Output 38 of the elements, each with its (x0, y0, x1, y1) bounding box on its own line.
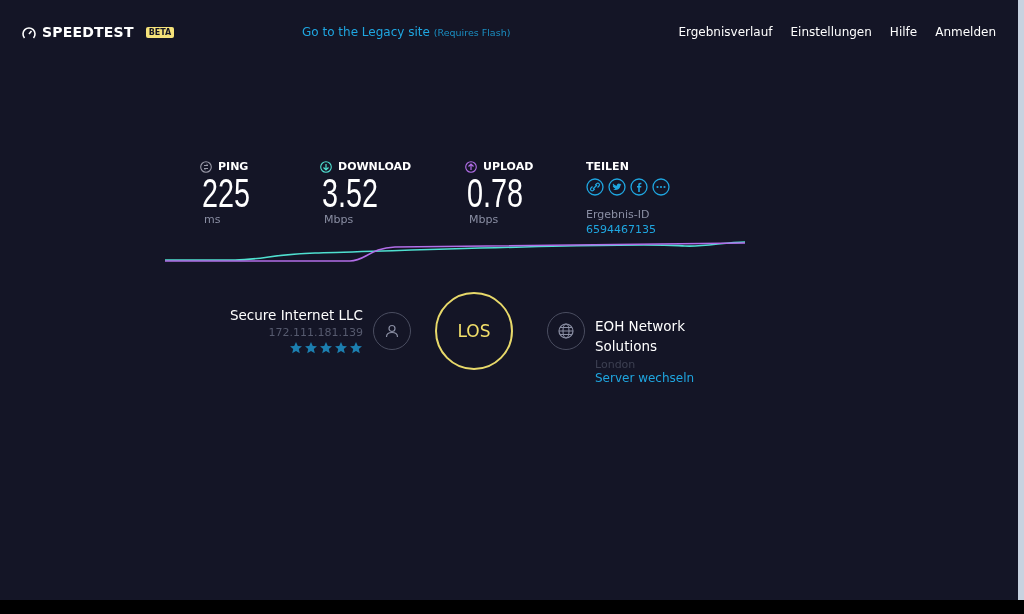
download-icon (320, 160, 332, 173)
share-label: TEILEN (586, 160, 630, 173)
beta-badge: BETA (145, 26, 175, 38)
metric-unit: ms (204, 213, 222, 226)
server-name: EOH Network Solutions (595, 317, 686, 356)
ping-icon (200, 160, 212, 173)
result-id-label: Ergebnis-ID (586, 208, 651, 221)
star-icon (289, 340, 303, 355)
metric-label: PING (218, 160, 249, 173)
legacy-site-link[interactable]: Go to the Legacy site (302, 25, 430, 39)
nav-link[interactable]: Hilfe (889, 25, 918, 39)
speedtest-logo[interactable]: SPEEDTEST (42, 24, 134, 40)
facebook-icon[interactable] (630, 178, 648, 196)
provider-name: Secure Internet LLC (229, 306, 363, 323)
nav-link[interactable]: Ergebnisverlauf (678, 25, 773, 39)
metric-value: 3.52 (322, 173, 380, 213)
upload-icon (465, 160, 477, 173)
requires-flash-note: (Requires Flash) (433, 27, 511, 38)
metric-unit: Mbps (324, 213, 355, 226)
ip-address: 172.111.181.139 (268, 325, 363, 339)
change-server-link[interactable]: Server wechseln (595, 371, 725, 385)
bird-icon[interactable] (608, 178, 626, 196)
metric-value: 0.78 (467, 173, 525, 213)
nav-link[interactable]: Anmelden (935, 25, 996, 39)
metric-label: DOWNLOAD (338, 160, 412, 173)
star-icon (349, 340, 363, 355)
metric-label: UPLOAD (483, 160, 534, 173)
gauge-icon (22, 25, 36, 39)
more-icon[interactable] (652, 178, 670, 196)
link-icon[interactable] (586, 178, 604, 196)
start-button[interactable]: LOS (435, 291, 513, 370)
star-icon (334, 340, 348, 355)
result-id-link[interactable]: 6594467135 (586, 223, 670, 236)
star-icon (319, 340, 333, 355)
star-icon (304, 340, 318, 355)
metric-value: 225 (202, 173, 252, 213)
nav-link[interactable]: Einstellungen (790, 25, 872, 39)
metric-unit: Mbps (469, 213, 500, 226)
